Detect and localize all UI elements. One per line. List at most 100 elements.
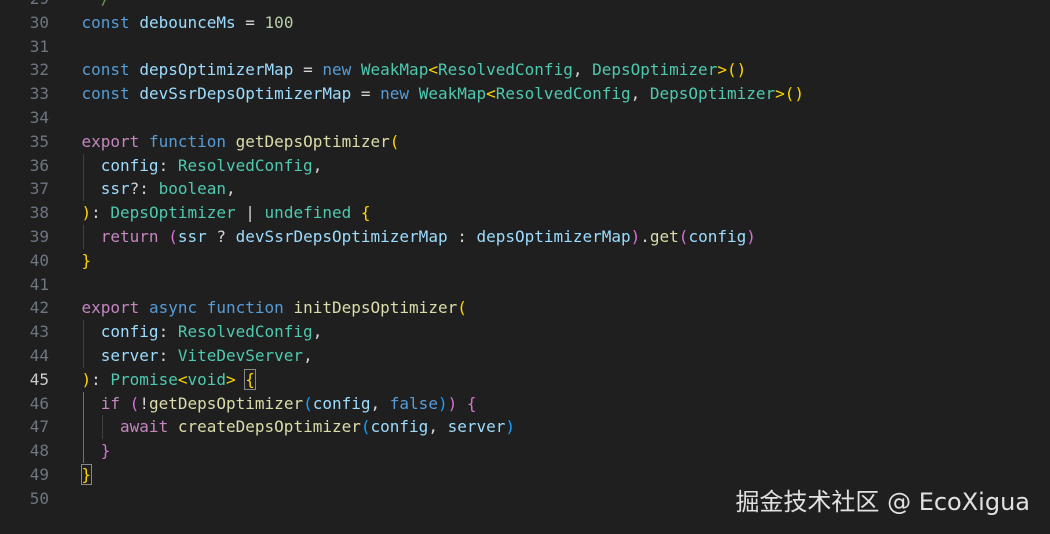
code-token: }: [81, 250, 92, 270]
code-line[interactable]: 33 const devSsrDepsOptimizerMap = new Wea…: [0, 82, 1050, 106]
code-line[interactable]: 47 await createDepsOptimizer(config, ser…: [0, 415, 1050, 440]
code-token: {: [360, 203, 371, 223]
line-number[interactable]: 47: [0, 415, 49, 439]
code-token: new: [322, 60, 352, 80]
code-token: void: [187, 369, 227, 389]
code-token: devSsrDepsOptimizerMap: [235, 227, 448, 246]
line-number[interactable]: 37: [0, 177, 49, 201]
code-token: ViteDevServer: [177, 346, 304, 365]
code-line[interactable]: 42 export async function initDepsOptimize…: [0, 296, 1050, 320]
line-number[interactable]: 50: [0, 487, 49, 511]
line-number[interactable]: 36: [0, 154, 49, 178]
line-number[interactable]: 40: [0, 249, 49, 273]
code-line[interactable]: 38): DepsOptimizer | undefined {: [0, 201, 1050, 225]
code-token: config: [312, 393, 371, 413]
line-number[interactable]: 46: [0, 392, 49, 416]
code-line[interactable]: 41: [0, 273, 1050, 297]
line-number[interactable]: 43: [0, 320, 49, 344]
code-token: :: [447, 227, 477, 246]
line-number[interactable]: 41: [0, 273, 49, 297]
code-token: !: [139, 393, 149, 413]
line-number[interactable]: 29: [0, 0, 49, 11]
code-token: config: [370, 417, 429, 437]
code-text: const devSsrDepsOptimizerMap = new WeakM…: [82, 82, 805, 106]
code-token: initDepsOptimizer: [293, 298, 458, 318]
code-token: await: [120, 417, 169, 437]
code-line[interactable]: 29 */: [0, 0, 1050, 11]
code-token: ): [81, 203, 92, 223]
line-number[interactable]: 38: [0, 201, 49, 225]
code-token: }: [80, 464, 93, 485]
line-number[interactable]: 39: [0, 225, 49, 249]
line-number[interactable]: 35: [0, 130, 49, 154]
code-line[interactable]: 46 if (!getDepsOptimizer(config, false))…: [0, 391, 1050, 416]
code-token: ,: [630, 84, 650, 104]
code-token: ,: [370, 393, 390, 413]
code-token: :: [91, 203, 111, 223]
code-token: :: [158, 322, 178, 342]
code-token: :: [158, 346, 178, 365]
code-line[interactable]: 30 const debounceMs = 100: [0, 11, 1050, 35]
code-line[interactable]: 44 server: ViteDevServer,: [0, 344, 1050, 368]
code-token: getDepsOptimizer: [148, 393, 304, 413]
code-token: get: [649, 227, 679, 246]
code-line[interactable]: 36 config: ResolvedConfig,: [0, 153, 1050, 178]
code-line[interactable]: 35 export function getDepsOptimizer(: [0, 130, 1050, 154]
code-text: return (ssr ? devSsrDepsOptimizerMap : d…: [82, 225, 756, 249]
code-token: export: [81, 298, 140, 318]
code-line[interactable]: 37 ssr?: boolean,: [0, 177, 1050, 202]
line-number[interactable]: 45: [0, 368, 49, 392]
code-token: (: [168, 227, 178, 246]
code-token: {: [466, 393, 477, 413]
code-token: |: [235, 203, 265, 223]
code-token: ResolvedConfig: [495, 84, 631, 104]
code-token: ResolvedConfig: [437, 60, 573, 80]
code-token: server: [447, 417, 506, 437]
line-number[interactable]: 31: [0, 35, 49, 59]
code-token: ?:: [129, 179, 159, 199]
code-line[interactable]: 40}: [0, 249, 1050, 273]
line-number[interactable]: 49: [0, 463, 49, 487]
code-token: ): [746, 227, 756, 246]
code-text: config: ResolvedConfig,: [82, 154, 323, 178]
code-token: devSsrDepsOptimizerMap: [139, 84, 352, 104]
line-number[interactable]: 32: [0, 58, 49, 82]
code-text: export function getDepsOptimizer(: [82, 130, 400, 154]
code-token: async: [148, 298, 198, 318]
code-text: }: [82, 249, 92, 273]
code-editor[interactable]: 29 */30const debounceMs = 1003132const d…: [0, 0, 1050, 534]
line-number[interactable]: 44: [0, 344, 49, 368]
code-token: ): [81, 369, 92, 389]
code-line[interactable]: 48 }: [0, 439, 1050, 464]
code-text: ): Promise<void> {: [81, 368, 256, 392]
line-number[interactable]: 30: [0, 11, 49, 35]
line-number[interactable]: 34: [0, 106, 49, 130]
code-token: return: [100, 227, 159, 246]
code-line[interactable]: 43 config: ResolvedConfig,: [0, 320, 1050, 345]
code-token: getDepsOptimizer: [235, 131, 390, 151]
code-token: ,: [572, 60, 593, 80]
code-line[interactable]: 39 return (ssr ? devSsrDepsOptimizerMap …: [0, 225, 1050, 249]
code-line[interactable]: 31: [0, 35, 1050, 59]
line-number[interactable]: 33: [0, 82, 49, 106]
code-line[interactable]: 34: [0, 106, 1050, 130]
code-token: >: [717, 60, 727, 80]
code-line[interactable]: 32 const depsOptimizerMap = new WeakMap<R…: [0, 58, 1050, 82]
line-number[interactable]: 48: [0, 439, 49, 463]
line-number[interactable]: 42: [0, 296, 49, 320]
code-token: ): [447, 393, 458, 413]
code-line[interactable]: 45 ): Promise<void> {: [0, 368, 1050, 392]
code-token: DepsOptimizer: [592, 60, 718, 80]
